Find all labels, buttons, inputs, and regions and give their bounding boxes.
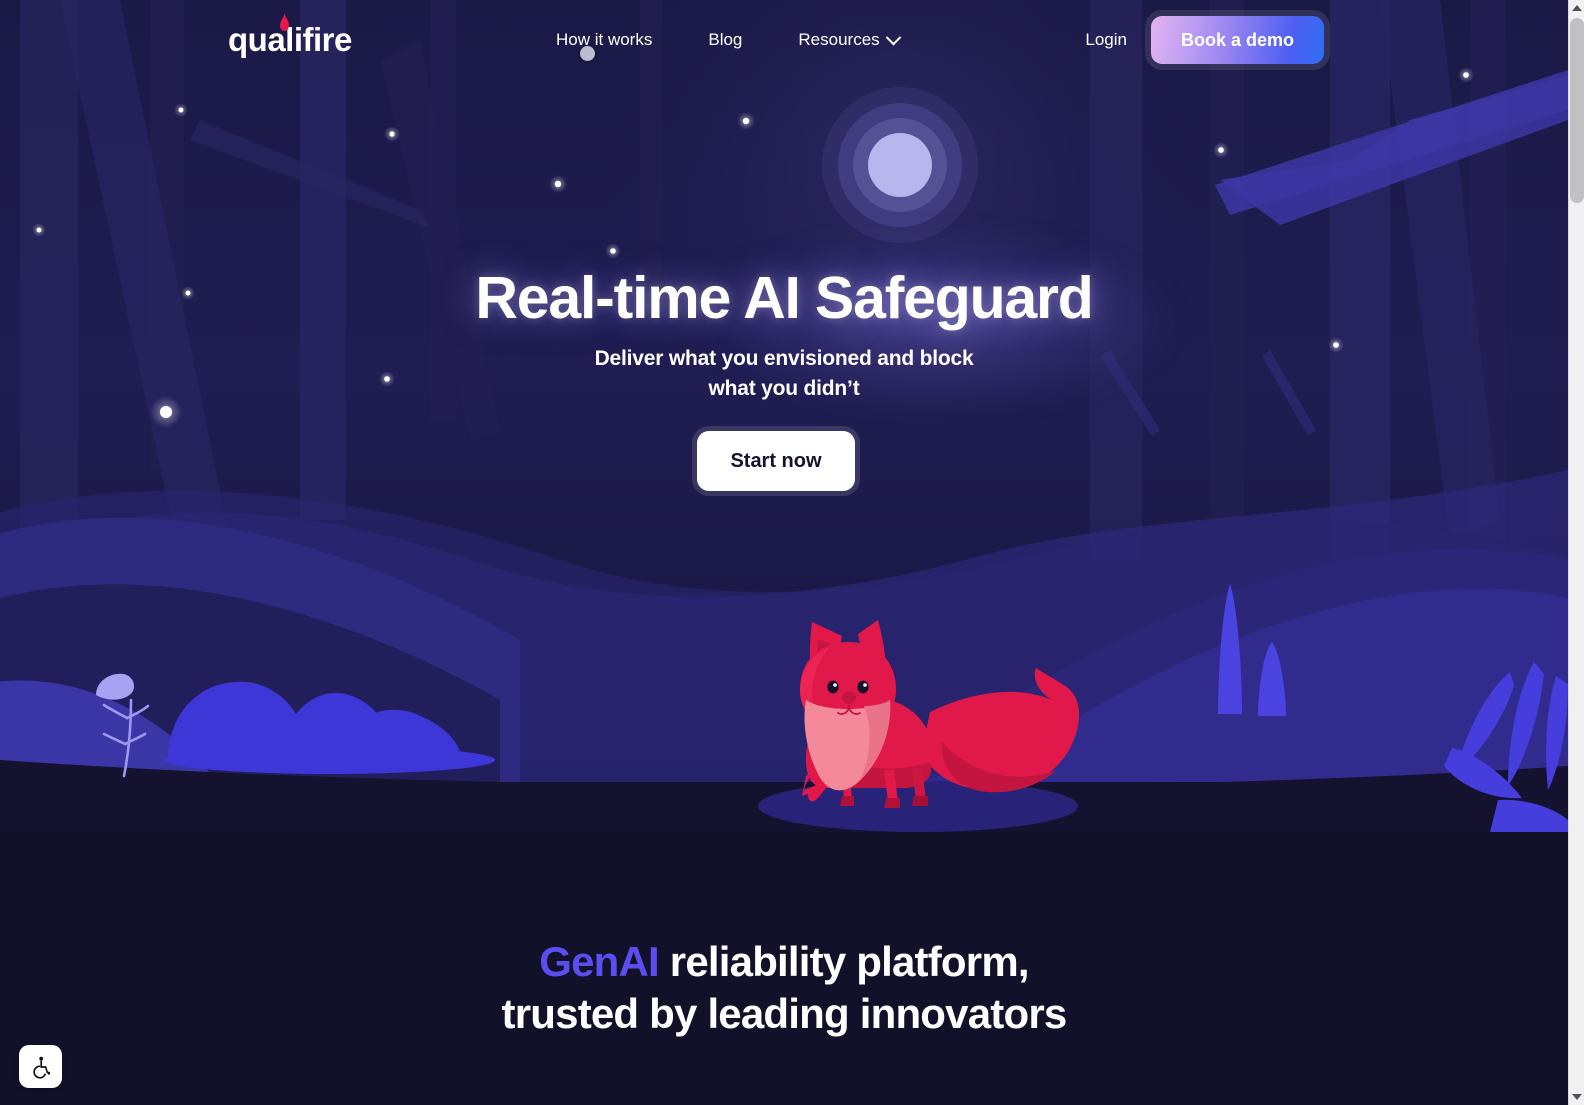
hero-illustration <box>0 0 1568 832</box>
hero-subtitle-line1: Deliver what you envisioned and block <box>594 347 974 370</box>
nav-label-blog: Blog <box>708 30 743 49</box>
login-link[interactable]: Login <box>1079 22 1133 58</box>
hero-subtitle-line2: what you didn’t <box>708 377 860 400</box>
start-now-button[interactable]: Start now <box>697 431 855 491</box>
trusted-by-section: GenAI reliability platform, trusted by l… <box>0 832 1568 1105</box>
page-title: Real-time AI Safeguard <box>475 265 1094 331</box>
brand-logo-text: qualifire <box>228 21 352 58</box>
hero-subtitle: Deliver what you envisioned and block wh… <box>484 344 1084 404</box>
nav-label-resources: Resources <box>798 30 880 49</box>
brand-logo[interactable]: qualifire <box>228 18 352 58</box>
book-a-demo-button[interactable]: Book a demo <box>1150 16 1324 64</box>
nav-item-blog[interactable]: Blog <box>708 27 742 53</box>
nav-item-resources[interactable]: Resources <box>798 27 901 53</box>
site-header: qualifire How it works Blog Resources Lo… <box>0 0 1568 82</box>
browser-scrollbar[interactable] <box>1568 0 1584 1105</box>
scrollbar-down-arrow[interactable] <box>1569 1089 1584 1105</box>
flame-icon <box>280 18 289 31</box>
hero-section: qualifire How it works Blog Resources Lo… <box>0 0 1568 832</box>
nav-label-how-it-works: How it works <box>556 30 653 49</box>
scrollbar-up-arrow[interactable] <box>1569 0 1584 16</box>
scrollbar-thumb[interactable] <box>1570 18 1584 203</box>
scroll-up-arrow-icon <box>1572 5 1582 11</box>
page-root: qualifire How it works Blog Resources Lo… <box>0 0 1568 1105</box>
chevron-down-icon <box>885 29 901 45</box>
section-title-line2: trusted by leading innovators <box>501 990 1068 1037</box>
section-title-accent: GenAI <box>539 938 659 985</box>
section-title-rest: reliability platform, <box>658 938 1030 985</box>
scroll-down-arrow-icon <box>1572 1094 1582 1100</box>
nav-item-how-it-works[interactable]: How it works <box>556 27 652 53</box>
section-title: GenAI reliability platform, trusted by l… <box>0 936 1568 1040</box>
accessibility-button[interactable] <box>19 1045 62 1088</box>
browser-viewport: qualifire How it works Blog Resources Lo… <box>0 0 1584 1105</box>
header-actions: Login Book a demo <box>1079 16 1324 64</box>
main-navigation: How it works Blog Resources <box>556 27 901 53</box>
wheelchair-accessibility-icon <box>32 1056 50 1079</box>
